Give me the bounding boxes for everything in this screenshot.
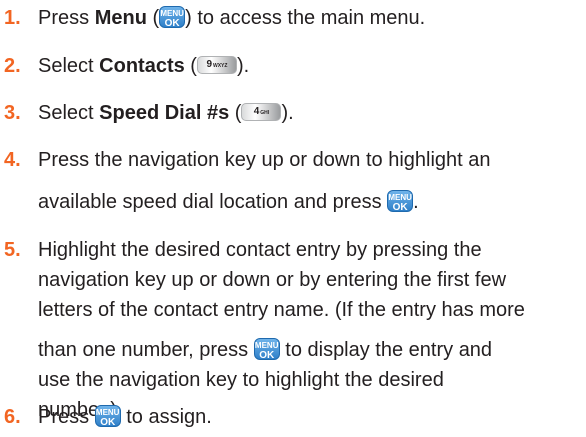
menu-ok-key-icon: MENU OK bbox=[387, 189, 414, 213]
menu-ok-key-icon: MENU OK bbox=[159, 5, 186, 29]
step-text-post: to assign. bbox=[120, 406, 212, 428]
key-letters: WXYZ bbox=[213, 62, 228, 69]
menu-ok-key-icon: MENU OK bbox=[94, 404, 121, 428]
step-text-line-3: letters of the contact entry name. (If t… bbox=[38, 299, 525, 321]
menu-ok-key-icon: MENU OK bbox=[253, 337, 280, 361]
step-text-line-2: available speed dial location and press … bbox=[38, 186, 419, 218]
step-number: 3. bbox=[4, 102, 21, 124]
ok-key-label: OK bbox=[392, 201, 408, 213]
step-text-pre: Select bbox=[38, 102, 100, 124]
step-text: Press Menu (MENU OK) to access the main m… bbox=[38, 2, 425, 34]
step-text-line-4: than one number, press MENU OK to display… bbox=[38, 334, 492, 366]
speed-dial-menu-name: Speed Dial #s bbox=[99, 102, 230, 124]
step-number: 2. bbox=[4, 55, 21, 77]
step-text-post: . bbox=[413, 191, 419, 213]
menu-key-label: MENU bbox=[160, 8, 184, 18]
step-text-post: ). bbox=[281, 102, 294, 124]
step-text: Press MENU OK to assign. bbox=[38, 401, 212, 433]
paren-open: ( bbox=[146, 7, 160, 29]
key-digit: 9 bbox=[206, 58, 212, 70]
instruction-steps: 1. Press Menu (MENU OK) to access the mai… bbox=[0, 0, 586, 437]
step-text-line-1: Press the navigation key up or down to h… bbox=[38, 149, 491, 171]
step-text-post: ). bbox=[236, 55, 250, 77]
ok-key-label: OK bbox=[100, 416, 116, 428]
step-number: 4. bbox=[4, 149, 21, 171]
step-text-pre: Press bbox=[38, 406, 95, 428]
step-text-line-1: Highlight the desired contact entry by p… bbox=[38, 239, 482, 261]
step-text: Select Contacts (9WXYZ). bbox=[38, 50, 249, 82]
step-text-pre: than one number, press bbox=[38, 339, 254, 361]
step-text: Select Speed Dial #s (4GHI). bbox=[38, 97, 294, 129]
key-letters: GHI bbox=[260, 109, 270, 116]
step-number: 1. bbox=[4, 7, 21, 29]
step-number: 6. bbox=[4, 406, 21, 428]
step-text-line-5: use the navigation key to highlight the … bbox=[38, 369, 444, 391]
contacts-menu-name: Contacts bbox=[99, 55, 185, 77]
step-text-line-2: navigation key up or down or by entering… bbox=[38, 269, 507, 291]
four-key-icon: 4GHI bbox=[241, 102, 282, 121]
ok-key-label: OK bbox=[164, 17, 180, 29]
step-text-post: to display the entry and bbox=[279, 339, 493, 361]
step-text-post: ) to access the main menu. bbox=[185, 7, 426, 29]
step-text-pre: Press bbox=[38, 7, 95, 29]
key-digit: 4 bbox=[253, 105, 260, 117]
step-text-pre: available speed dial location and press bbox=[38, 191, 388, 213]
menu-key-label: MENU bbox=[388, 192, 412, 202]
ok-key-label: OK bbox=[259, 349, 275, 361]
step-number: 5. bbox=[4, 239, 21, 261]
step-text-pre: Select bbox=[38, 55, 100, 77]
paren-open: ( bbox=[229, 102, 242, 124]
menu-key-label: MENU bbox=[254, 340, 279, 350]
menu-key-name: Menu bbox=[94, 7, 147, 29]
menu-key-label: MENU bbox=[95, 407, 120, 417]
nine-key-icon: 9WXYZ bbox=[196, 55, 237, 74]
paren-open: ( bbox=[184, 55, 197, 77]
